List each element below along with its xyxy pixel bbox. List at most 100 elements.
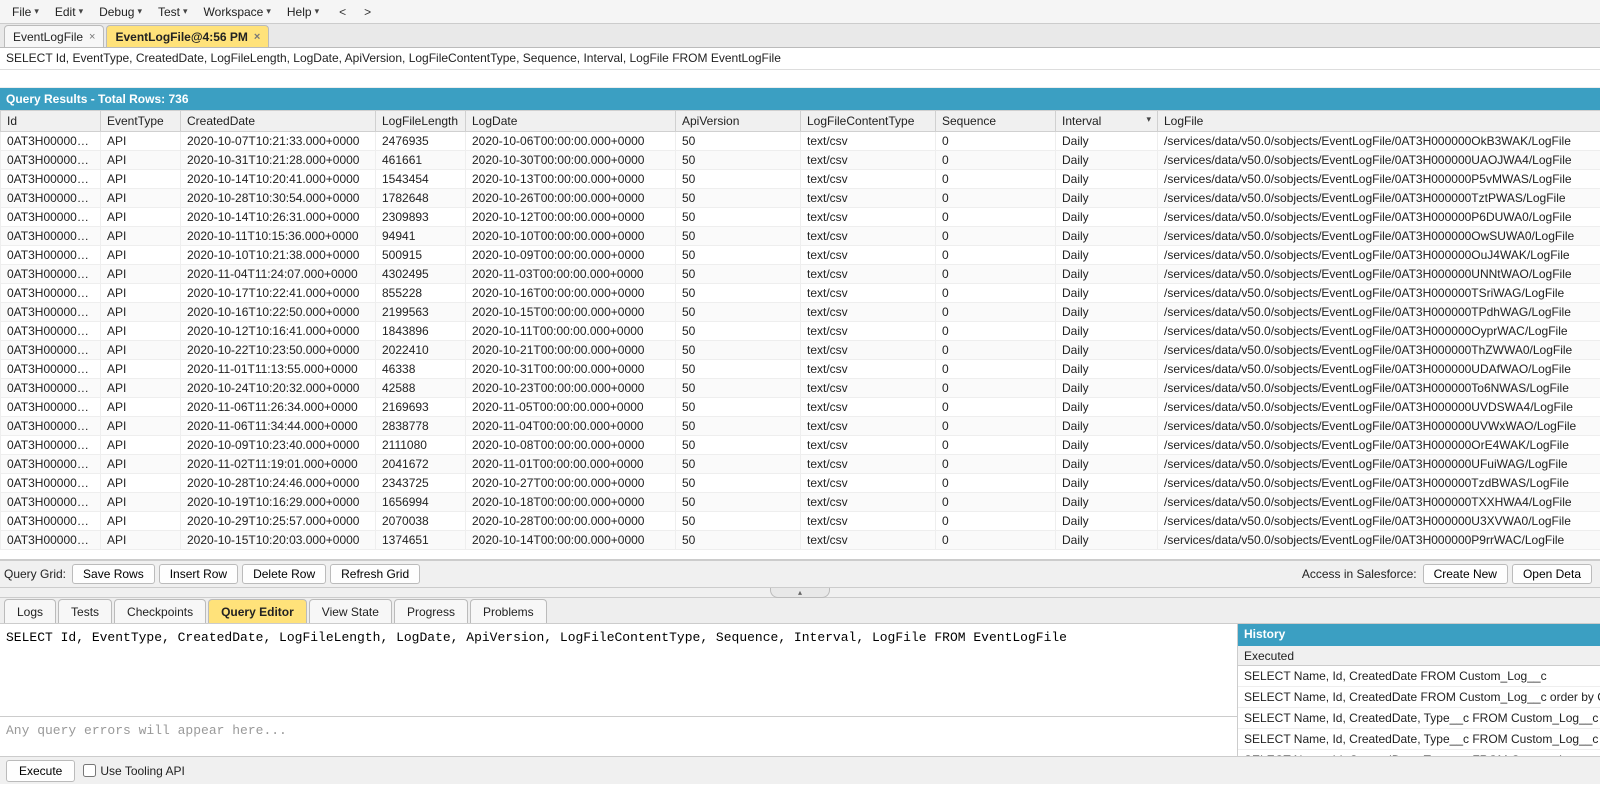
cell-logdate[interactable]: 2020-10-26T00:00:00.000+0000 [466,189,676,208]
cell-id[interactable]: 0AT3H000000Tzt... [1,189,101,208]
cell-logfilelength[interactable]: 46338 [376,360,466,379]
cell-logfilelength[interactable]: 2309893 [376,208,466,227]
cell-logfilelength[interactable]: 4302495 [376,265,466,284]
cell-logfilelength[interactable]: 1656994 [376,493,466,512]
cell-logfile[interactable]: /services/data/v50.0/sobjects/EventLogFi… [1158,265,1600,284]
results-grid[interactable]: IdEventTypeCreatedDateLogFileLengthLogDa… [0,110,1600,560]
column-header-sequence[interactable]: Sequence [936,111,1056,132]
column-header-logfilelength[interactable]: LogFileLength [376,111,466,132]
cell-createddate[interactable]: 2020-10-16T10:22:50.000+0000 [181,303,376,322]
cell-id[interactable]: 0AT3H000000UN... [1,265,101,284]
cell-interval[interactable]: Daily [1056,455,1158,474]
cell-apiversion[interactable]: 50 [676,170,801,189]
cell-logfilelength[interactable]: 2169693 [376,398,466,417]
cell-logfilecontenttype[interactable]: text/csv [801,455,936,474]
history-item[interactable]: SELECT Name, Id, CreatedDate, Type__c FR… [1238,729,1600,750]
cell-logfilelength[interactable]: 2070038 [376,512,466,531]
table-row[interactable]: 0AT3H000000TP...API2020-10-16T10:22:50.0… [1,303,1600,322]
cell-sequence[interactable]: 0 [936,208,1056,227]
cell-createddate[interactable]: 2020-10-14T10:20:41.000+0000 [181,170,376,189]
insert-row-button[interactable]: Insert Row [159,564,238,584]
cell-createddate[interactable]: 2020-10-22T10:23:50.000+0000 [181,341,376,360]
cell-createddate[interactable]: 2020-10-10T10:21:38.000+0000 [181,246,376,265]
cell-eventtype[interactable]: API [101,284,181,303]
cell-logfilelength[interactable]: 2111080 [376,436,466,455]
cell-interval[interactable]: Daily [1056,531,1158,550]
cell-interval[interactable]: Daily [1056,417,1158,436]
cell-sequence[interactable]: 0 [936,284,1056,303]
cell-logdate[interactable]: 2020-10-14T00:00:00.000+0000 [466,531,676,550]
cell-logfile[interactable]: /services/data/v50.0/sobjects/EventLogFi… [1158,170,1600,189]
bottom-tab-view-state[interactable]: View State [309,599,392,623]
cell-logfile[interactable]: /services/data/v50.0/sobjects/EventLogFi… [1158,322,1600,341]
cell-interval[interactable]: Daily [1056,303,1158,322]
cell-createddate[interactable]: 2020-10-07T10:21:33.000+0000 [181,132,376,151]
cell-createddate[interactable]: 2020-11-06T11:34:44.000+0000 [181,417,376,436]
cell-logdate[interactable]: 2020-10-15T00:00:00.000+0000 [466,303,676,322]
cell-apiversion[interactable]: 50 [676,493,801,512]
cell-interval[interactable]: Daily [1056,189,1158,208]
cell-logfile[interactable]: /services/data/v50.0/sobjects/EventLogFi… [1158,246,1600,265]
table-row[interactable]: 0AT3H000000Tzt...API2020-10-28T10:30:54.… [1,189,1600,208]
cell-id[interactable]: 0AT3H000000Ok... [1,132,101,151]
cell-logfile[interactable]: /services/data/v50.0/sobjects/EventLogFi… [1158,227,1600,246]
cell-eventtype[interactable]: API [101,303,181,322]
cell-createddate[interactable]: 2020-10-11T10:15:36.000+0000 [181,227,376,246]
editor-tab-1[interactable]: EventLogFile@4:56 PM× [106,25,269,47]
cell-logfilelength[interactable]: 42588 [376,379,466,398]
cell-logfilelength[interactable]: 1374651 [376,531,466,550]
cell-logfilelength[interactable]: 2838778 [376,417,466,436]
cell-interval[interactable]: Daily [1056,493,1158,512]
table-row[interactable]: 0AT3H000000U3...API2020-10-29T10:25:57.0… [1,512,1600,531]
cell-id[interactable]: 0AT3H000000Ow... [1,227,101,246]
cell-logdate[interactable]: 2020-10-13T00:00:00.000+0000 [466,170,676,189]
cell-apiversion[interactable]: 50 [676,246,801,265]
cell-id[interactable]: 0AT3H000000Oy... [1,322,101,341]
cell-logdate[interactable]: 2020-11-01T00:00:00.000+0000 [466,455,676,474]
cell-apiversion[interactable]: 50 [676,227,801,246]
cell-logdate[interactable]: 2020-11-03T00:00:00.000+0000 [466,265,676,284]
cell-logdate[interactable]: 2020-10-10T00:00:00.000+0000 [466,227,676,246]
tab-close-icon[interactable]: × [254,31,260,43]
cell-interval[interactable]: Daily [1056,227,1158,246]
cell-logfilelength[interactable]: 1843896 [376,322,466,341]
cell-logdate[interactable]: 2020-11-04T00:00:00.000+0000 [466,417,676,436]
cell-logfile[interactable]: /services/data/v50.0/sobjects/EventLogFi… [1158,398,1600,417]
column-header-logfilecontenttype[interactable]: LogFileContentType [801,111,936,132]
cell-createddate[interactable]: 2020-10-28T10:24:46.000+0000 [181,474,376,493]
menu-file[interactable]: File▾ [4,0,47,24]
cell-eventtype[interactable]: API [101,379,181,398]
column-header-eventtype[interactable]: EventType [101,111,181,132]
cell-apiversion[interactable]: 50 [676,474,801,493]
cell-logfilecontenttype[interactable]: text/csv [801,341,936,360]
table-row[interactable]: 0AT3H000000Th...API2020-10-22T10:23:50.0… [1,341,1600,360]
column-header-logdate[interactable]: LogDate [466,111,676,132]
cell-eventtype[interactable]: API [101,151,181,170]
cell-id[interactable]: 0AT3H000000Tzd... [1,474,101,493]
cell-sequence[interactable]: 0 [936,189,1056,208]
cell-id[interactable]: 0AT3H000000TP... [1,303,101,322]
bottom-tab-query-editor[interactable]: Query Editor [208,599,307,623]
cell-logfilecontenttype[interactable]: text/csv [801,379,936,398]
cell-interval[interactable]: Daily [1056,132,1158,151]
cell-interval[interactable]: Daily [1056,246,1158,265]
cell-sequence[interactable]: 0 [936,132,1056,151]
cell-id[interactable]: 0AT3H000000Ou... [1,246,101,265]
cell-apiversion[interactable]: 50 [676,322,801,341]
table-row[interactable]: 0AT3H000000TSr...API2020-10-17T10:22:41.… [1,284,1600,303]
cell-logdate[interactable]: 2020-10-21T00:00:00.000+0000 [466,341,676,360]
cell-createddate[interactable]: 2020-10-24T10:20:32.000+0000 [181,379,376,398]
cell-id[interactable]: 0AT3H000000UA... [1,151,101,170]
cell-logfilecontenttype[interactable]: text/csv [801,132,936,151]
table-row[interactable]: 0AT3H000000Oy...API2020-10-12T10:16:41.0… [1,322,1600,341]
cell-interval[interactable]: Daily [1056,151,1158,170]
cell-interval[interactable]: Daily [1056,512,1158,531]
cell-eventtype[interactable]: API [101,512,181,531]
cell-apiversion[interactable]: 50 [676,189,801,208]
cell-id[interactable]: 0AT3H000000UV... [1,398,101,417]
cell-logfilecontenttype[interactable]: text/csv [801,493,936,512]
cell-interval[interactable]: Daily [1056,379,1158,398]
cell-logfilelength[interactable]: 461661 [376,151,466,170]
cell-logfile[interactable]: /services/data/v50.0/sobjects/EventLogFi… [1158,284,1600,303]
cell-sequence[interactable]: 0 [936,474,1056,493]
